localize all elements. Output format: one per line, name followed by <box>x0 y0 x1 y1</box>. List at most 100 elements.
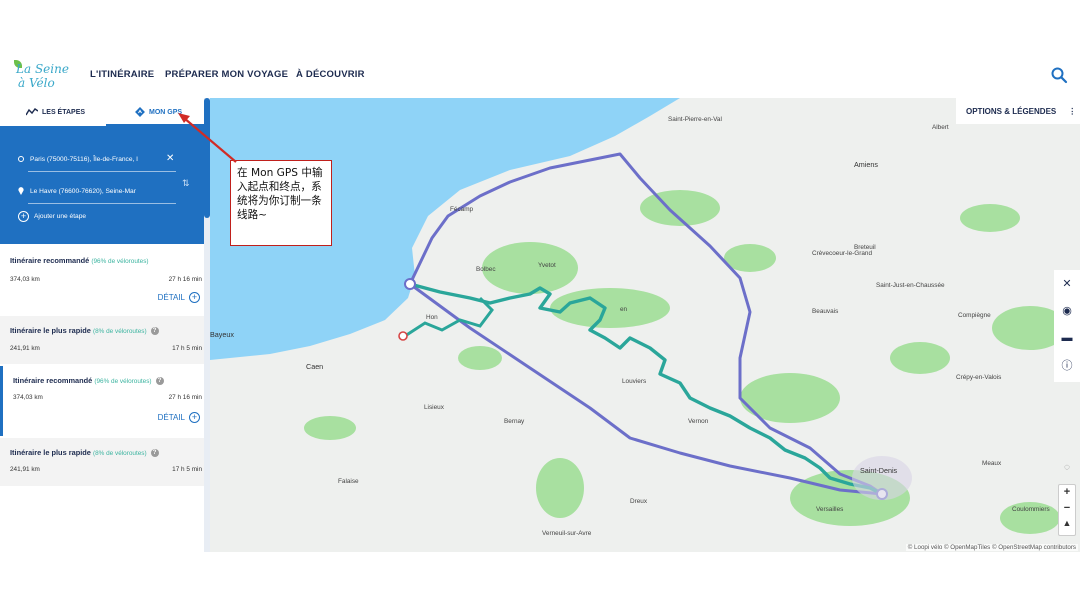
map-label: Coulommiers <box>1012 506 1050 513</box>
add-step-button[interactable]: + Ajouter une étape <box>18 211 86 222</box>
map-label: Albert <box>932 124 949 131</box>
add-step-label: Ajouter une étape <box>34 213 87 220</box>
map-label: Vernon <box>688 418 709 425</box>
poi-marker[interactable] <box>398 331 408 341</box>
logo-line2: à Vélo <box>18 76 55 90</box>
map-label: Versailles <box>816 506 844 513</box>
map-label: Yvetot <box>538 262 556 269</box>
map-label: Breteuil <box>854 244 876 251</box>
detail-label: DÉTAIL <box>157 293 185 302</box>
map-label: Fécamp <box>450 206 474 213</box>
gps-panel: Paris (75000-75116), Île-de-France, I ✕ … <box>0 126 204 244</box>
route-distance: 241,91 km <box>10 345 40 352</box>
nav-itineraire[interactable]: L'ITINÉRAIRE <box>90 69 154 80</box>
info-icon[interactable]: ? <box>150 449 159 458</box>
zoom-out-button[interactable]: − <box>1059 502 1075 514</box>
coastal-route-line <box>404 296 494 338</box>
logo-line1: La Seine <box>16 62 69 76</box>
route-title-text: Itinéraire recommandé <box>10 256 90 265</box>
start-point-icon <box>18 156 24 162</box>
map-label: Hon <box>426 314 438 321</box>
gps-diamond-icon <box>135 107 145 117</box>
detail-button[interactable]: DÉTAIL + <box>158 412 200 423</box>
tab-mon-gps-label: MON GPS <box>149 108 183 116</box>
route-title-text: Itinéraire recommandé <box>13 376 93 385</box>
page: La Seine à Vélo L'ITINÉRAIRE PRÉPARER MO… <box>0 0 1080 608</box>
info-icon[interactable]: ⓘ <box>1061 360 1073 372</box>
tab-mon-gps[interactable]: MON GPS <box>135 98 182 126</box>
map-label: Meaux <box>982 460 1002 467</box>
layers-icon[interactable]: ◌ <box>1060 462 1074 476</box>
eye-icon[interactable]: ◉ <box>1061 305 1073 317</box>
route-title-text: Itinéraire le plus rapide <box>10 448 91 457</box>
site-logo[interactable]: La Seine à Vélo <box>14 60 69 94</box>
map-label: Saint-Denis <box>860 466 898 475</box>
route-title: Itinéraire recommandé (96% de véloroutes… <box>10 256 149 265</box>
start-marker[interactable] <box>404 278 416 290</box>
tab-les-etapes-label: LES ÉTAPES <box>42 108 86 116</box>
detail-label: DÉTAIL <box>157 413 185 422</box>
start-field[interactable]: Paris (75000-75116), Île-de-France, I <box>30 156 138 163</box>
end-field[interactable]: Le Havre (76600-76620), Seine-Mar <box>30 188 136 195</box>
zoom-in-button[interactable]: + <box>1059 486 1075 498</box>
header: La Seine à Vélo L'ITINÉRAIRE PRÉPARER MO… <box>0 52 1080 98</box>
route-pct: (8% de véloroutes) <box>92 328 147 335</box>
map-label: Crèvecoeur-le-Grand <box>812 250 873 257</box>
options-legend-label: OPTIONS & LÉGENDES <box>966 106 1057 116</box>
route-title: Itinéraire le plus rapide (8% de vélorou… <box>10 326 159 336</box>
tab-les-etapes[interactable]: LES ÉTAPES <box>26 98 85 126</box>
map-label: Compiègne <box>958 312 991 319</box>
route-title: Itinéraire le plus rapide (8% de vélorou… <box>10 448 159 458</box>
route-card[interactable]: Itinéraire le plus rapide (8% de vélorou… <box>0 438 204 486</box>
forest-areas <box>304 190 1068 534</box>
map-label: Bolbec <box>476 266 496 273</box>
map-label: Dreux <box>630 498 648 505</box>
clear-start-icon[interactable]: ✕ <box>166 153 174 164</box>
plus-circle-icon: + <box>189 292 200 303</box>
route-distance: 374,03 km <box>13 394 43 401</box>
start-field-underline <box>28 171 176 172</box>
route-card[interactable]: Itinéraire recommandé (96% de véloroutes… <box>0 244 204 314</box>
more-vertical-icon: ⋮ <box>1068 106 1077 116</box>
bed-icon[interactable]: ▬ <box>1061 332 1073 344</box>
map-label: Crépy-en-Valois <box>956 374 1002 381</box>
nav-preparer[interactable]: PRÉPARER MON VOYAGE <box>165 69 288 80</box>
detail-button[interactable]: DÉTAIL + <box>158 292 200 303</box>
plus-circle-icon: + <box>189 412 200 423</box>
map[interactable]: Saint-Pierre-en-Val Albert Amiens Fécamp… <box>210 98 1080 552</box>
restaurant-icon[interactable]: ✕ <box>1061 278 1073 290</box>
route-card[interactable]: Itinéraire recommandé (96% de véloroutes… <box>0 366 204 436</box>
map-label: Caen <box>306 362 324 371</box>
map-label: Amiens <box>854 160 878 169</box>
swap-icon[interactable]: ⇅ <box>182 178 190 189</box>
route-time: 17 h 5 min <box>172 466 202 473</box>
map-label: Verneuil-sur-Avre <box>542 530 592 537</box>
route-time: 27 h 16 min <box>168 394 202 401</box>
nav-decouvrir[interactable]: À DÉCOUVRIR <box>296 69 365 80</box>
route-title-text: Itinéraire le plus rapide <box>10 326 91 335</box>
info-icon[interactable]: ? <box>155 377 164 386</box>
map-label: Falaise <box>338 478 359 485</box>
sidebar-tabs: LES ÉTAPES MON GPS <box>0 98 204 126</box>
paris-urban-area <box>852 456 912 500</box>
map-attribution: © Loopi vélo © OpenMapTiles © OpenStreet… <box>905 544 1078 551</box>
route-distance: 374,03 km <box>10 276 40 283</box>
route-title: Itinéraire recommandé (96% de véloroutes… <box>13 376 164 386</box>
info-icon[interactable]: ? <box>150 327 159 336</box>
map-label: Beauvais <box>812 308 839 315</box>
compass-icon[interactable]: ▲ <box>1059 518 1075 528</box>
map-side-toolbar: ✕ ◉ ▬ ⓘ <box>1054 270 1080 382</box>
search-icon[interactable] <box>1050 66 1068 84</box>
annotation-callout: 在 Mon GPS 中输入起点和终点，系统将为你订制一条线路~ <box>230 160 332 246</box>
route-icon <box>26 108 38 116</box>
map-label: Bernay <box>504 418 525 425</box>
route-time: 17 h 5 min <box>172 345 202 352</box>
route-time: 27 h 16 min <box>168 276 202 283</box>
end-field-underline <box>28 203 176 204</box>
route-card[interactable]: Itinéraire le plus rapide (8% de vélorou… <box>0 316 204 364</box>
options-legend-button[interactable]: OPTIONS & LÉGENDES ⋮ <box>956 98 1080 124</box>
sidebar: LES ÉTAPES MON GPS Paris (75000-75116), … <box>0 98 210 552</box>
map-label: Bayeux <box>210 330 234 339</box>
add-icon: + <box>18 211 29 222</box>
map-label: Saint-Just-en-Chaussée <box>876 282 945 289</box>
